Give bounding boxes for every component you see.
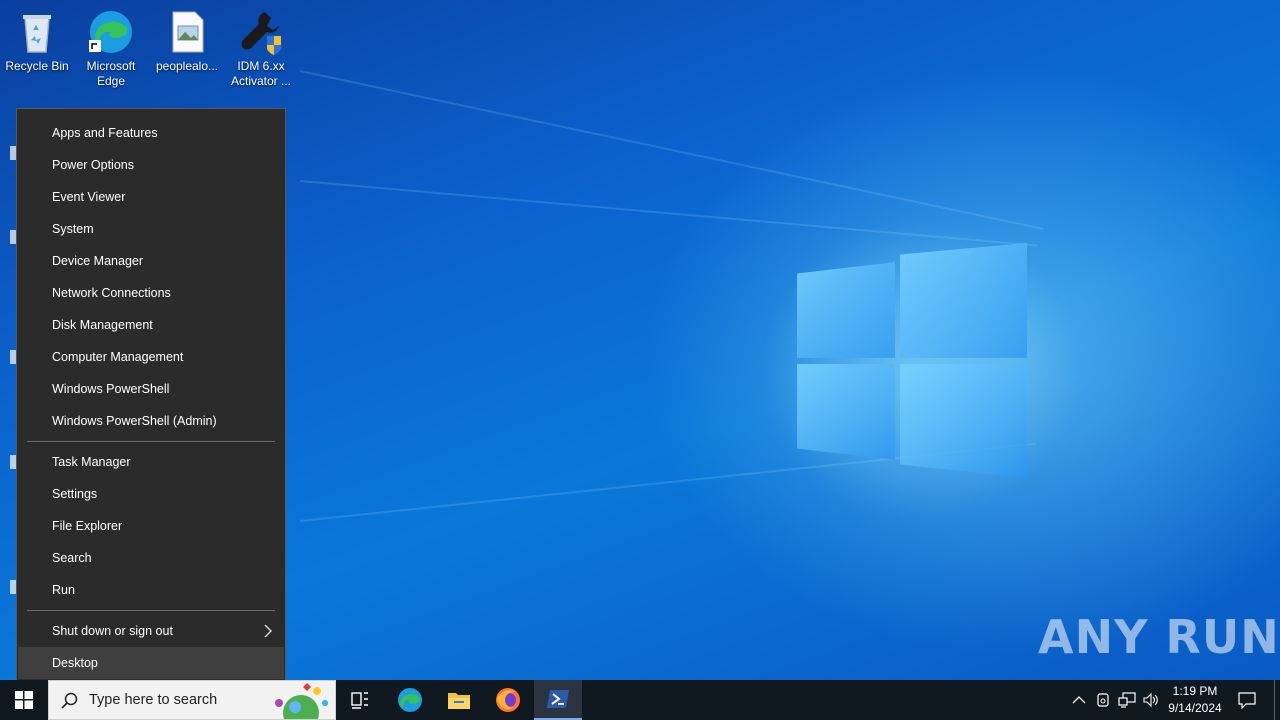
- menu-item-power-options[interactable]: Power Options: [18, 149, 284, 181]
- search-icon: [61, 692, 78, 709]
- menu-item-search[interactable]: Search: [18, 542, 284, 574]
- menu-item-label: Settings: [52, 487, 98, 501]
- menu-item-computer-management[interactable]: Computer Management: [18, 341, 284, 373]
- recycle-bin-icon: [23, 15, 51, 53]
- menu-item-apps-and-features[interactable]: Apps and Features: [18, 117, 284, 149]
- chevron-up-icon: [1072, 696, 1086, 704]
- taskbar-powershell-button[interactable]: [534, 680, 582, 720]
- powershell-icon: [547, 690, 569, 708]
- menu-item-label: Network Connections: [52, 286, 171, 300]
- volume-icon: [1143, 692, 1158, 708]
- tray-device-button[interactable]: [1092, 680, 1114, 720]
- menu-item-shut-down-or-sign-out[interactable]: Shut down or sign out: [18, 615, 284, 647]
- desktop-icon-recycle-bin[interactable]: Recycle Bin: [0, 6, 74, 74]
- file-explorer-icon: [448, 693, 470, 709]
- menu-item-device-manager[interactable]: Device Manager: [18, 245, 284, 277]
- chevron-right-icon: [264, 624, 272, 638]
- menu-item-label: Disk Management: [52, 318, 153, 332]
- menu-item-label: Search: [52, 551, 92, 565]
- taskbar-edge-button[interactable]: [386, 680, 434, 720]
- winx-context-menu: Apps and Features Power Options Event Vi…: [16, 108, 286, 686]
- search-placeholder: Type here to search: [89, 692, 218, 708]
- menu-item-windows-powershell-admin[interactable]: Windows PowerShell (Admin): [18, 405, 284, 437]
- taskbar-file-explorer-button[interactable]: [435, 680, 483, 720]
- notification-icon: [1238, 692, 1256, 709]
- desktop-icon-microsoft-edge[interactable]: Microsoft Edge: [74, 6, 148, 89]
- menu-item-label: Windows PowerShell: [52, 382, 170, 396]
- desktop-icon-image-file[interactable]: peoplealo...: [150, 6, 224, 74]
- menu-item-network-connections[interactable]: Network Connections: [18, 277, 284, 309]
- menu-item-label: File Explorer: [52, 519, 123, 533]
- clock-time: 1:19 PM: [1172, 684, 1218, 698]
- menu-item-task-manager[interactable]: Task Manager: [18, 446, 284, 478]
- taskbar-search-box[interactable]: Type here to search: [48, 680, 336, 720]
- network-icon: [1118, 692, 1136, 708]
- menu-item-label: Shut down or sign out: [52, 624, 173, 638]
- action-center-button[interactable]: [1232, 680, 1262, 720]
- show-desktop-button[interactable]: [1274, 680, 1280, 720]
- menu-item-disk-management[interactable]: Disk Management: [18, 309, 284, 341]
- edge-icon: [89, 11, 132, 53]
- menu-item-desktop[interactable]: Desktop: [18, 647, 284, 679]
- device-icon: [1097, 693, 1109, 707]
- tray-network-button[interactable]: [1116, 680, 1138, 720]
- menu-item-run[interactable]: Run: [18, 574, 284, 606]
- taskbar-clock[interactable]: 1:19 PM 9/14/2024: [1162, 683, 1228, 717]
- menu-item-label: System: [52, 222, 94, 236]
- menu-item-label: Run: [52, 583, 75, 597]
- edge-icon: [398, 688, 422, 712]
- start-icon: [15, 691, 33, 709]
- desktop-icon-label: Microsoft: [86, 59, 136, 73]
- anyrun-watermark: ANY RUN: [1038, 610, 1280, 664]
- tray-volume-button[interactable]: [1140, 680, 1162, 720]
- menu-item-label: Desktop: [52, 656, 98, 670]
- desktop-icon-idm-activator[interactable]: IDM 6.xx Activator ...: [224, 6, 298, 89]
- menu-item-label: Apps and Features: [52, 126, 158, 140]
- show-hidden-icons-button[interactable]: [1068, 680, 1090, 720]
- desktop-icon-label: peoplealo...: [155, 59, 219, 73]
- taskbar: Type here to search 1:19 PM 9/14/2024: [0, 680, 1280, 720]
- menu-item-label: Event Viewer: [52, 190, 126, 204]
- menu-item-label: Device Manager: [52, 254, 144, 268]
- menu-item-label: Windows PowerShell (Admin): [52, 414, 217, 428]
- start-button[interactable]: [0, 680, 48, 720]
- menu-item-label: Computer Management: [52, 350, 184, 364]
- menu-separator: [27, 610, 275, 611]
- menu-item-label: Task Manager: [52, 455, 131, 469]
- desktop-icon-label: Activator ...: [230, 74, 292, 88]
- menu-item-windows-powershell[interactable]: Windows PowerShell: [18, 373, 284, 405]
- menu-item-event-viewer[interactable]: Event Viewer: [18, 181, 284, 213]
- desktop-icon-label: Recycle Bin: [5, 59, 69, 73]
- search-highlight-illustration-icon: [275, 683, 328, 719]
- desktop-icon-label: IDM 6.xx: [237, 59, 285, 73]
- image-file-icon: [172, 11, 204, 53]
- desktop-icon-label: Edge: [96, 74, 126, 88]
- menu-item-label: Power Options: [52, 158, 134, 172]
- menu-item-settings[interactable]: Settings: [18, 478, 284, 510]
- menu-item-file-explorer[interactable]: File Explorer: [18, 510, 284, 542]
- menu-separator: [27, 441, 275, 442]
- task-view-icon: [351, 692, 368, 709]
- menu-item-system[interactable]: System: [18, 213, 284, 245]
- task-view-button[interactable]: [336, 680, 384, 720]
- idm-activator-icon: [241, 12, 281, 55]
- clock-date: 9/14/2024: [1168, 701, 1222, 715]
- taskbar-firefox-button[interactable]: [484, 680, 532, 720]
- firefox-icon: [496, 688, 520, 712]
